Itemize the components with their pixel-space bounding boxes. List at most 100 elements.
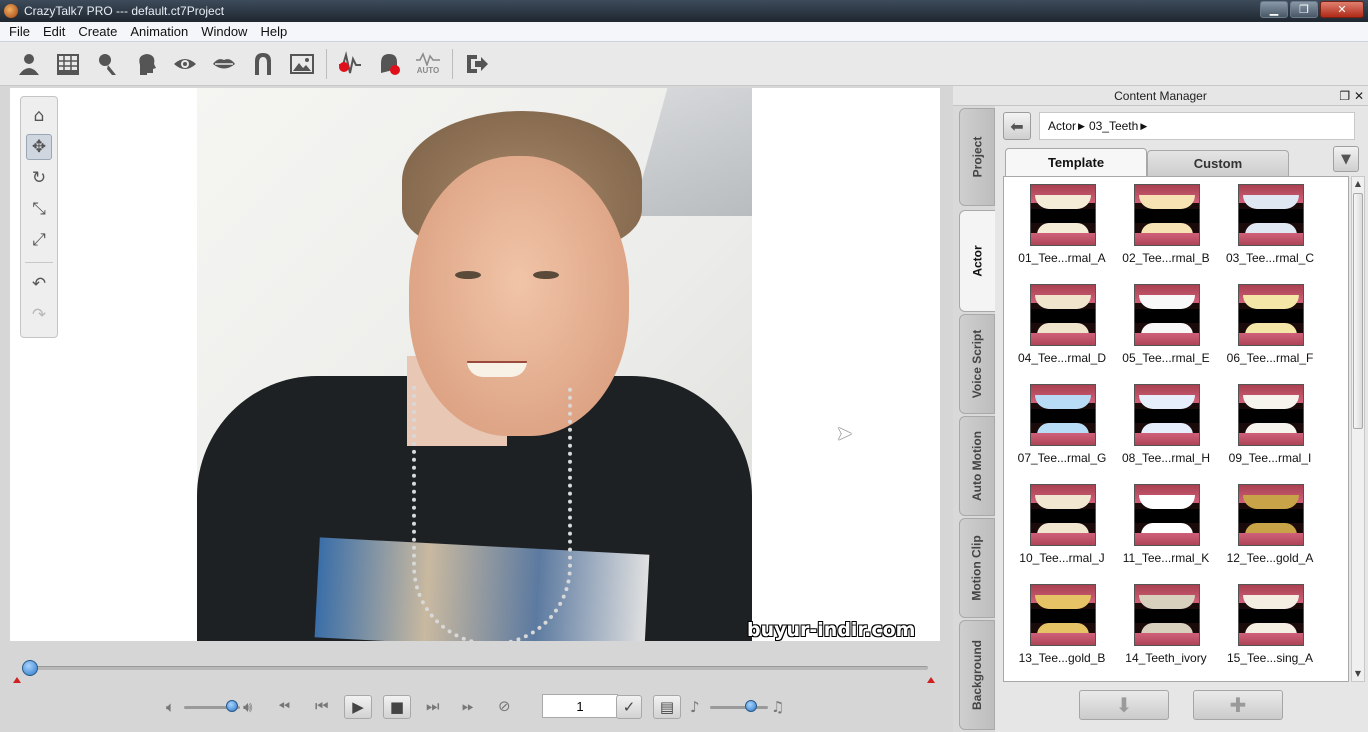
render-settings-button[interactable]: ▤ — [653, 695, 681, 719]
volume-max-icon[interactable]: 🔊︎ — [243, 698, 252, 716]
library-item[interactable]: 04_Tee...rmal_D — [1010, 279, 1114, 379]
timeline-playhead[interactable] — [22, 660, 38, 676]
face-fitting-icon[interactable] — [51, 47, 85, 81]
next-frame-icon[interactable]: ⏭︎ — [426, 697, 440, 715]
previous-frame-icon[interactable]: ⏮︎ — [315, 697, 329, 715]
back-arrow-icon[interactable]: ⬅ — [1003, 112, 1031, 140]
volume-slider-knob[interactable] — [225, 700, 238, 712]
tools-divider — [25, 262, 53, 263]
library-item-label: 01_Tee...rmal_A — [1018, 251, 1106, 265]
export-icon[interactable] — [459, 47, 493, 81]
actor-photo[interactable] — [197, 88, 752, 641]
record-voice-icon[interactable] — [333, 47, 367, 81]
stage-viewport[interactable]: buyur-indir.com ➤ — [10, 88, 940, 641]
volume-mute-icon[interactable]: 🔈︎ — [166, 698, 175, 716]
speed-slider[interactable] — [710, 706, 768, 709]
toolbar-divider — [452, 48, 453, 79]
vtab-project[interactable]: Project — [959, 108, 995, 206]
breadcrumb-actor[interactable]: Actor — [1048, 119, 1076, 133]
frame-input[interactable] — [542, 694, 618, 718]
speed-fast-icon[interactable]: ♫ — [771, 698, 784, 716]
library-item[interactable]: 12_Tee...gold_A — [1218, 479, 1322, 579]
fast-forward-icon[interactable]: ⏩︎ — [462, 697, 474, 715]
head-mask-icon[interactable] — [246, 47, 280, 81]
library-item[interactable]: 07_Tee...rmal_G — [1010, 379, 1114, 479]
vtab-voice-script[interactable]: Voice Script — [959, 314, 995, 414]
library-item[interactable]: 13_Tee...gold_B — [1010, 579, 1114, 679]
breadcrumb-teeth[interactable]: 03_Teeth — [1089, 119, 1138, 133]
photo-wall — [632, 88, 752, 216]
actor-icon[interactable] — [12, 47, 46, 81]
stop-button[interactable]: ■ — [383, 695, 411, 719]
library-item[interactable]: 02_Tee...rmal_B — [1114, 179, 1218, 279]
undo-icon[interactable]: ↶ — [26, 271, 52, 297]
tab-template[interactable]: Template — [1005, 148, 1147, 176]
menu-help[interactable]: Help — [255, 24, 292, 39]
float-panel-icon[interactable]: ❐ — [1339, 89, 1350, 103]
eye-icon[interactable] — [168, 47, 202, 81]
library-item[interactable]: 06_Tee...rmal_F — [1218, 279, 1322, 379]
fit-icon[interactable]: ⤢ — [26, 227, 52, 253]
apply-button[interactable]: ⬇ — [1079, 690, 1169, 720]
face-orientation-icon[interactable] — [90, 47, 124, 81]
menu-create[interactable]: Create — [73, 24, 122, 39]
rewind-icon[interactable]: ⏪︎ — [278, 697, 290, 715]
photo-right-eye — [533, 271, 559, 279]
vtab-auto-motion[interactable]: Auto Motion — [959, 416, 995, 516]
vtab-actor[interactable]: Actor — [959, 210, 995, 312]
maximize-button[interactable]: ❐ — [1290, 1, 1318, 18]
vtab-motion-clip[interactable]: Motion Clip — [959, 518, 995, 618]
mouth-icon[interactable] — [207, 47, 241, 81]
timeline-end-marker[interactable] — [927, 677, 935, 683]
redo-icon: ↷ — [31, 305, 47, 325]
home-icon[interactable]: ⌂ — [26, 103, 52, 129]
library-item[interactable]: 14_Teeth_ivory — [1114, 579, 1218, 679]
close-panel-icon[interactable]: ✕ — [1354, 89, 1364, 103]
vtab-background-label: Background — [970, 639, 985, 711]
speed-slider-knob[interactable] — [744, 700, 757, 712]
frame-confirm-button[interactable]: ✓ — [616, 695, 642, 719]
menu-window[interactable]: Window — [196, 24, 252, 39]
library-item[interactable]: 05_Tee...rmal_E — [1114, 279, 1218, 379]
background-image-icon[interactable] — [285, 47, 319, 81]
timeline-track[interactable] — [24, 666, 928, 670]
play-button[interactable]: ▶ — [344, 695, 372, 719]
auto-motion-icon[interactable]: AUTO — [411, 47, 445, 81]
vtab-background[interactable]: Background — [959, 620, 995, 730]
timeline-start-marker[interactable] — [13, 677, 21, 683]
tab-custom[interactable]: Custom — [1147, 150, 1289, 176]
menu-edit[interactable]: Edit — [38, 24, 70, 39]
library-item-label: 03_Tee...rmal_C — [1225, 251, 1315, 265]
vtab-motion-clip-label: Motion Clip — [970, 535, 985, 601]
scrollbar-thumb[interactable] — [1353, 193, 1363, 429]
library-item[interactable]: 01_Tee...rmal_A — [1010, 179, 1114, 279]
library-menu-button[interactable]: ▼ — [1333, 146, 1359, 172]
library-item[interactable]: 15_Tee...sing_A — [1218, 579, 1322, 679]
timeline[interactable] — [10, 655, 940, 685]
minimize-button[interactable]: ▁ — [1260, 1, 1288, 18]
record-puppet-icon[interactable] — [372, 47, 406, 81]
add-to-library-button[interactable]: ✚ — [1193, 690, 1283, 720]
window-title: CrazyTalk7 PRO --- default.ct7Project — [24, 4, 225, 18]
library-item[interactable]: 11_Tee...rmal_K — [1114, 479, 1218, 579]
teeth-thumbnail — [1238, 584, 1304, 646]
move-icon[interactable]: ✥ — [26, 134, 52, 160]
menu-file[interactable]: File — [4, 24, 35, 39]
library-item[interactable]: 08_Tee...rmal_H — [1114, 379, 1218, 479]
speed-slow-icon[interactable]: ♪ — [690, 698, 700, 716]
scroll-down-icon[interactable]: ▼ — [1352, 667, 1364, 681]
library-item[interactable]: 10_Tee...rmal_J — [1010, 479, 1114, 579]
scroll-up-icon[interactable]: ▲ — [1352, 177, 1364, 191]
scale-icon[interactable]: ⤡ — [26, 196, 52, 222]
library-item-label: 13_Tee...gold_B — [1018, 651, 1106, 665]
face-profile-icon[interactable] — [129, 47, 163, 81]
loop-toggle-icon[interactable]: ⊘ — [498, 697, 511, 715]
title-bar: CrazyTalk7 PRO --- default.ct7Project ▁ … — [0, 0, 1368, 22]
library-item[interactable]: 03_Tee...rmal_C — [1218, 179, 1322, 279]
content-manager-title: Content Manager — [1114, 89, 1207, 103]
menu-animation[interactable]: Animation — [125, 24, 193, 39]
close-button[interactable]: ✕ — [1320, 1, 1364, 18]
library-item[interactable]: 09_Tee...rmal_I — [1218, 379, 1322, 479]
rotate-icon[interactable]: ↻ — [26, 165, 52, 191]
library-scrollbar[interactable]: ▲ ▼ — [1351, 176, 1365, 682]
